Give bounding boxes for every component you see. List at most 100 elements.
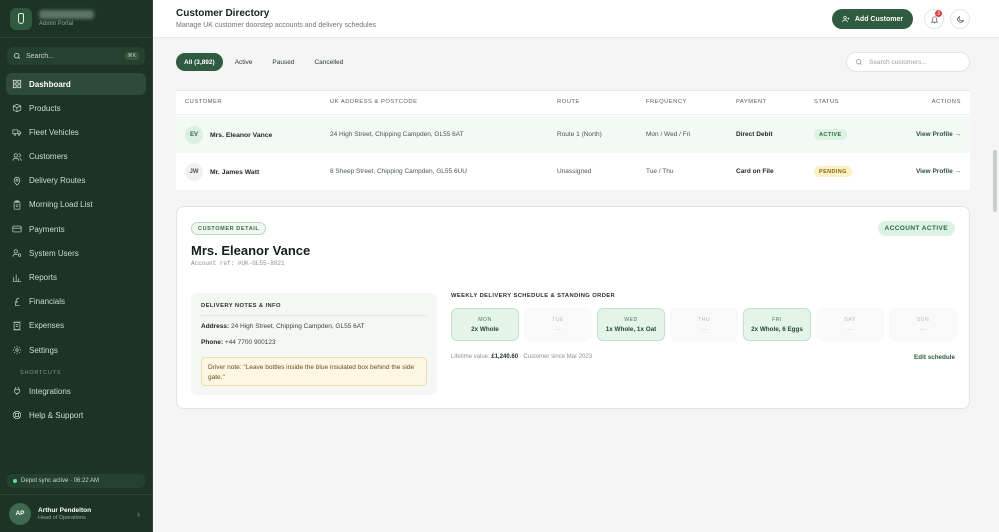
address-label: Address: — [201, 323, 230, 330]
lifetime-label: Lifetime value: — [451, 354, 490, 360]
sidebar: Admin Portal Search... ⌘K Dashboard Produ… — [0, 0, 153, 532]
filter-tab-active[interactable]: Active — [227, 53, 261, 71]
sync-status: Depot sync active · 06:22 AM — [7, 474, 145, 488]
driver-note: Driver note: "Leave bottles inside the b… — [201, 357, 427, 386]
lifebuoy-icon — [12, 411, 22, 420]
map-pin-icon — [13, 176, 21, 186]
filter-tab-all-3-892[interactable]: All (3,892) — [176, 53, 223, 71]
sidebar-item-label: Customers — [29, 152, 68, 162]
schedule-day-wed[interactable]: WED 1x Whole, 1x Oat — [597, 308, 665, 341]
column-header-address: UK ADDRESS & POSTCODE — [330, 99, 418, 105]
schedule-day-tue[interactable]: TUE — — [524, 308, 592, 341]
user-profile[interactable]: AP Arthur Pendelton Head of Operations › — [0, 494, 152, 532]
plug-icon — [14, 387, 20, 396]
detail-customer-name: Mrs. Eleanor Vance — [191, 243, 311, 258]
notification-count-badge: 3 — [935, 10, 942, 17]
page-title: Customer Directory — [176, 8, 270, 19]
sidebar-item-label: Help & Support — [29, 410, 84, 420]
pound-icon — [14, 297, 20, 306]
sidebar-item-label: Fleet Vehicles — [29, 127, 79, 137]
users-icon — [12, 152, 22, 161]
status-badge: ACTIVE — [814, 129, 847, 140]
add-customer-button[interactable]: Add Customer — [832, 9, 913, 29]
sidebar-search[interactable]: Search... ⌘K — [7, 47, 145, 65]
theme-toggle-button[interactable] — [950, 9, 970, 29]
customer-route: Unassigned — [557, 168, 592, 175]
sidebar-item-label: Integrations — [29, 386, 71, 396]
customer-payment: Card on File — [736, 168, 774, 175]
day-order: — — [554, 325, 562, 333]
sidebar-item-customers[interactable]: Customers — [6, 146, 146, 168]
user-plus-icon — [842, 16, 850, 23]
delivery-notes-title: DELIVERY NOTES & INFO — [201, 303, 281, 309]
customer-search-input[interactable]: Search customers... — [846, 52, 970, 72]
sidebar-item-financials[interactable]: Financials — [6, 291, 146, 313]
day-name: TUE — [552, 316, 564, 323]
filter-tab-paused[interactable]: Paused — [264, 53, 302, 71]
box-icon — [12, 104, 22, 113]
gear-icon — [12, 345, 22, 355]
user-cog-icon — [12, 249, 22, 258]
sync-dot-icon — [13, 479, 17, 483]
sidebar-item-dashboard[interactable]: Dashboard — [6, 73, 146, 95]
customer-name: Mrs. Eleanor Vance — [210, 131, 273, 139]
column-header-route: ROUTE — [557, 99, 580, 105]
customer-route: Route 1 (North) — [557, 131, 602, 138]
view-profile-link[interactable]: View Profile → — [916, 168, 961, 175]
sidebar-item-integrations[interactable]: Integrations — [6, 380, 146, 402]
customer-frequency: Mon / Wed / Fri — [646, 131, 691, 138]
day-order: 1x Whole, 1x Oat — [605, 325, 657, 333]
sidebar-item-label: Dashboard — [29, 79, 71, 89]
sidebar-item-expenses[interactable]: Expenses — [6, 315, 146, 337]
day-name: WED — [624, 316, 638, 323]
sidebar-item-label: System Users — [29, 248, 79, 258]
customer-detail-card: CUSTOMER DETAIL ACCOUNT ACTIVE Mrs. Elea… — [176, 206, 970, 409]
sidebar-item-payments[interactable]: Payments — [6, 218, 146, 240]
page-subtitle: Manage UK customer doorstep accounts and… — [176, 22, 376, 29]
filter-tab-cancelled[interactable]: Cancelled — [306, 53, 351, 71]
sidebar-item-settings[interactable]: Settings — [6, 339, 146, 361]
brand[interactable]: Admin Portal — [0, 0, 152, 38]
schedule-day-fri[interactable]: FRI 2x Whole, 6 Eggs — [743, 308, 811, 341]
table-row[interactable]: EV Mrs. Eleanor Vance 24 High Street, Ch… — [176, 116, 970, 153]
sync-status-text: Depot sync active · 06:22 AM — [21, 478, 100, 484]
sidebar-search-placeholder: Search... — [26, 52, 55, 60]
sidebar-item-label: Morning Load List — [29, 200, 93, 210]
view-profile-link[interactable]: View Profile → — [916, 131, 961, 138]
sidebar-item-fleet-vehicles[interactable]: Fleet Vehicles — [6, 121, 146, 143]
notifications-button[interactable]: 3 — [924, 9, 944, 29]
clipboard-icon — [13, 200, 21, 210]
sidebar-item-help-support[interactable]: Help & Support — [6, 404, 146, 426]
sidebar-item-products[interactable]: Products — [6, 97, 146, 119]
divider — [201, 315, 427, 316]
brand-subtitle: Admin Portal — [39, 21, 74, 27]
sidebar-item-label: Reports — [29, 273, 58, 282]
scrollbar[interactable] — [993, 150, 997, 212]
day-order: — — [700, 325, 708, 333]
sidebar-item-morning-load-list[interactable]: Morning Load List — [6, 194, 146, 216]
schedule-title: WEEKLY DELIVERY SCHEDULE & STANDING ORDE… — [451, 293, 616, 299]
sidebar-item-label: Financials — [29, 297, 66, 307]
credit-card-icon — [12, 225, 22, 233]
column-header-payment: PAYMENT — [736, 99, 767, 105]
day-order: — — [919, 325, 927, 333]
sidebar-item-delivery-routes[interactable]: Delivery Routes — [6, 170, 146, 192]
schedule-day-sun[interactable]: SUN — — [889, 308, 957, 341]
table-row[interactable]: JW Mr. James Watt 8 Sheep Street, Chippi… — [176, 153, 970, 191]
customer-payment: Direct Debit — [736, 131, 773, 138]
moon-icon — [956, 15, 964, 23]
day-name: MON — [478, 316, 492, 323]
dashboard-icon — [12, 79, 22, 89]
sidebar-item-reports[interactable]: Reports — [6, 267, 146, 289]
milk-bottle-logo-icon — [10, 7, 32, 30]
sidebar-item-label: Delivery Routes — [29, 176, 86, 186]
avatar: AP — [9, 502, 31, 525]
delivery-notes-panel: DELIVERY NOTES & INFO Address: 24 High S… — [191, 293, 437, 395]
schedule-day-thu[interactable]: THU — — [670, 308, 738, 341]
sidebar-item-system-users[interactable]: System Users — [6, 242, 146, 264]
schedule-day-mon[interactable]: MON 2x Whole — [451, 308, 519, 341]
account-ref: Account ref: #UK-GL55-8821 — [191, 260, 285, 267]
schedule-day-sat[interactable]: SAT — — [816, 308, 884, 341]
edit-schedule-link[interactable]: Edit schedule — [914, 354, 955, 361]
search-icon — [855, 58, 862, 65]
